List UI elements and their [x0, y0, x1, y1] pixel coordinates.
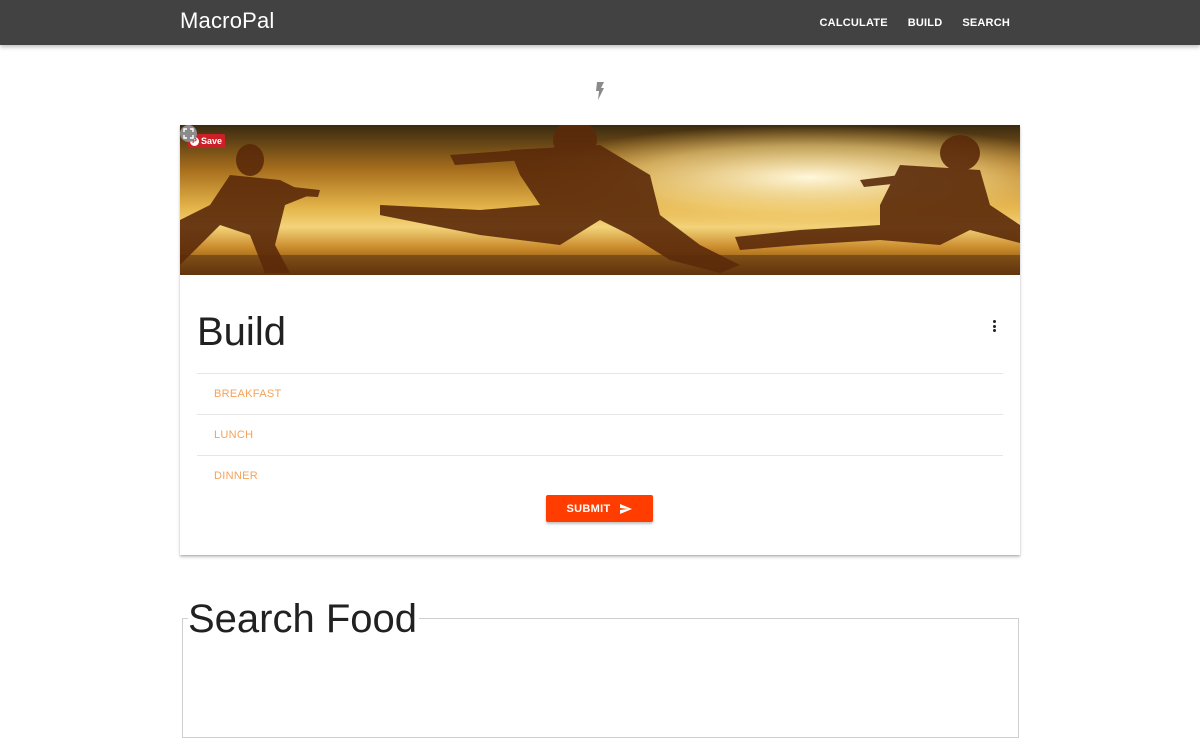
meal-item-breakfast[interactable]: BREAKFAST	[197, 373, 1003, 414]
send-icon	[620, 503, 633, 514]
search-food-title: Search Food	[188, 597, 420, 641]
runners-illustration	[180, 125, 1020, 275]
expand-icon[interactable]	[180, 125, 197, 142]
meal-item-dinner[interactable]: DINNER	[197, 455, 1003, 496]
pinterest-save-label: Save	[201, 136, 223, 146]
navbar: MacroPal CALCULATE BUILD SEARCH	[0, 0, 1200, 45]
submit-label: SUBMIT	[566, 502, 611, 515]
nav-link-calculate[interactable]: CALCULATE	[810, 17, 898, 29]
meal-item-lunch[interactable]: LUNCH	[197, 414, 1003, 455]
meal-list: BREAKFAST LUNCH DINNER	[197, 373, 1003, 496]
build-card: P Save Build BREAKFAST LUNCH DINNER SUBM…	[180, 125, 1020, 555]
nav-link-build[interactable]: BUILD	[898, 17, 953, 29]
runners-banner-image: P Save	[180, 125, 1020, 275]
submit-button[interactable]: SUBMIT	[546, 495, 653, 522]
nav-links: CALCULATE BUILD SEARCH	[810, 0, 1020, 45]
brand-logo[interactable]: MacroPal	[180, 8, 275, 34]
more-vert-icon[interactable]	[988, 319, 1000, 333]
nav-link-search[interactable]: SEARCH	[952, 17, 1020, 29]
bolt-icon	[596, 82, 604, 100]
card-title: Build	[197, 310, 286, 354]
